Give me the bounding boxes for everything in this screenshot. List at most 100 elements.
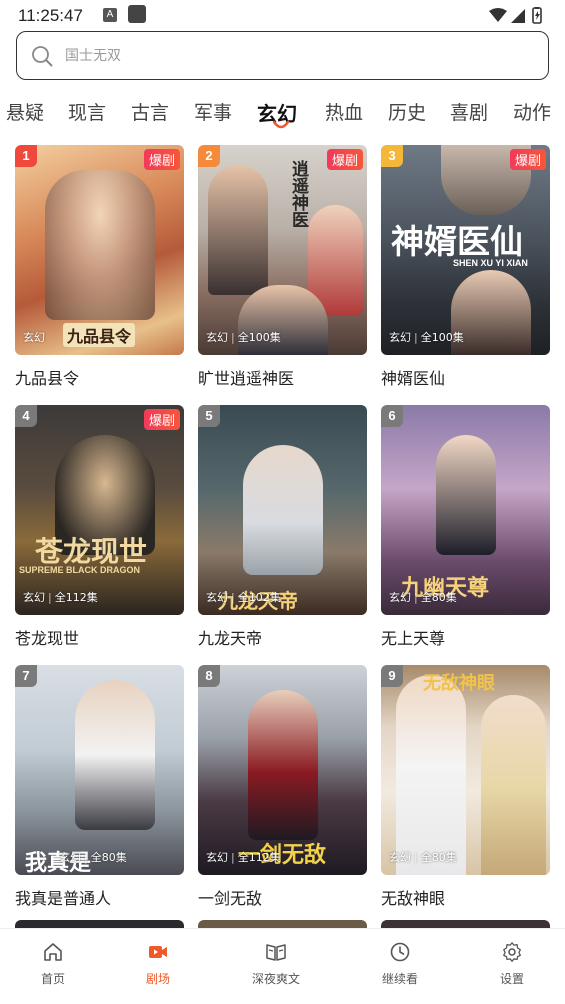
poster-subtitle-art: SUPREME BLACK DRAGON	[19, 565, 141, 575]
active-tab-indicator	[272, 120, 290, 129]
clock-icon	[390, 942, 410, 962]
tab-xianyan[interactable]: 现言	[68, 98, 106, 125]
drama-title[interactable]: 九龙天帝	[198, 625, 262, 649]
drama-episodes: 全112集	[54, 591, 98, 604]
search-bar[interactable]	[16, 31, 549, 80]
settings-icon	[503, 942, 521, 962]
hot-badge: 爆剧	[326, 149, 363, 170]
poster-title-art: 九品县令	[63, 323, 136, 347]
rank-badge: 2	[198, 145, 220, 167]
drama-genre: 玄幻	[206, 591, 228, 604]
drama-poster[interactable]: 九龙天帝 5 玄幻 | 全102集	[198, 405, 367, 615]
drama-poster[interactable]: 我真是 7 玄幻 | 全80集	[15, 665, 184, 875]
notification-app-icon	[128, 5, 146, 23]
drama-title[interactable]: 无敌神眼	[381, 885, 445, 909]
nav-night-reading-label: 深夜爽文	[251, 972, 300, 986]
drama-title[interactable]: 我真是普通人	[15, 885, 111, 909]
notification-a-icon: A	[103, 8, 117, 22]
drama-poster[interactable]: 九品县令 1 爆剧 玄幻	[15, 145, 184, 355]
nav-theater-label: 剧场	[145, 972, 170, 986]
tab-xiju[interactable]: 喜剧	[450, 98, 488, 125]
poster-art	[243, 445, 323, 575]
drama-meta: 玄幻 | 全112集	[206, 851, 281, 864]
drama-poster[interactable]: 一剑无敌 8 玄幻 | 全112集	[198, 665, 367, 875]
drama-title[interactable]: 神婿医仙	[381, 365, 445, 389]
poster-art	[248, 690, 318, 840]
poster-art	[481, 695, 546, 875]
nav-night-reading[interactable]: 深夜爽文	[231, 941, 321, 987]
nav-settings[interactable]: 设置	[467, 941, 557, 987]
drama-meta: 玄幻 | 全100集	[389, 331, 464, 344]
nav-theater[interactable]: 剧场	[113, 941, 203, 987]
video-icon	[149, 946, 167, 958]
hot-badge: 爆剧	[143, 409, 180, 430]
poster-art	[75, 680, 155, 830]
next-row-poster-peek	[381, 920, 550, 928]
drama-poster[interactable]: 逍遥神医 2 爆剧 玄幻 | 全100集	[198, 145, 367, 355]
tab-dongzuo[interactable]: 动作	[513, 98, 551, 125]
next-row-poster-peek	[198, 920, 367, 928]
drama-title[interactable]: 苍龙现世	[15, 625, 79, 649]
drama-title[interactable]: 一剑无敌	[198, 885, 262, 909]
drama-poster[interactable]: 无敌神眼 9 玄幻 | 全80集	[381, 665, 550, 875]
drama-episodes: 全102集	[237, 591, 281, 604]
tab-lishi[interactable]: 历史	[388, 98, 426, 125]
search-input[interactable]	[65, 44, 525, 68]
tab-rexue[interactable]: 热血	[325, 98, 363, 125]
drama-episodes: 全100集	[237, 331, 281, 344]
nav-home-label: 首页	[40, 972, 65, 986]
hot-badge: 爆剧	[509, 149, 546, 170]
tab-xuanyi[interactable]: 悬疑	[6, 98, 44, 125]
rank-badge: 3	[381, 145, 403, 167]
drama-genre: 玄幻	[59, 851, 81, 864]
nav-home[interactable]: 首页	[8, 941, 98, 987]
hot-badge: 爆剧	[143, 149, 180, 170]
bottom-nav: 首页 剧场 深夜爽文 继续看 设置	[0, 928, 565, 1004]
nav-continue-watching-label: 继续看	[381, 972, 418, 986]
poster-art	[45, 170, 155, 320]
tab-junshi[interactable]: 军事	[194, 98, 232, 125]
drama-meta: 玄幻 | 全112集	[23, 591, 98, 604]
poster-title-art: 逍遥神医	[288, 160, 308, 228]
signal-battery-icon	[489, 7, 542, 24]
nav-settings-label: 设置	[499, 972, 524, 986]
rank-badge: 4	[15, 405, 37, 427]
poster-subtitle-art: SHEN XU YI XIAN	[453, 258, 528, 268]
drama-episodes: 全80集	[420, 591, 457, 604]
status-bar: 11:25:47 A	[0, 0, 565, 30]
drama-meta: 玄幻 | 全80集	[59, 851, 127, 864]
next-row-poster-peek	[15, 920, 184, 928]
rank-badge: 6	[381, 405, 403, 427]
poster-art	[436, 435, 496, 555]
tab-guyan[interactable]: 古言	[131, 98, 169, 125]
rank-badge: 9	[381, 665, 403, 687]
drama-genre: 玄幻	[23, 331, 45, 344]
drama-title[interactable]: 九品县令	[15, 365, 79, 389]
rank-badge: 7	[15, 665, 37, 687]
drama-title[interactable]: 无上天尊	[381, 625, 445, 649]
drama-meta: 玄幻 | 全100集	[206, 331, 281, 344]
drama-title[interactable]: 旷世逍遥神医	[198, 365, 294, 389]
drama-poster[interactable]: 苍龙现世 SUPREME BLACK DRAGON 4 爆剧 玄幻 | 全112集	[15, 405, 184, 615]
book-icon	[266, 944, 286, 961]
drama-meta: 玄幻 | 全102集	[206, 591, 281, 604]
poster-title-art: 无敌神眼	[423, 673, 495, 694]
drama-poster[interactable]: 九幽天尊 6 玄幻 | 全80集	[381, 405, 550, 615]
drama-genre: 玄幻	[206, 851, 228, 864]
poster-art	[208, 165, 268, 295]
drama-episodes: 全112集	[237, 851, 281, 864]
home-icon	[44, 943, 62, 961]
nav-continue-watching[interactable]: 继续看	[355, 941, 445, 987]
drama-meta: 玄幻 | 全80集	[389, 851, 457, 864]
poster-title-art: 神婿医仙	[391, 222, 523, 261]
drama-genre: 玄幻	[389, 851, 411, 864]
drama-episodes: 全80集	[90, 851, 127, 864]
drama-meta: 玄幻	[23, 329, 45, 345]
drama-genre: 玄幻	[389, 331, 411, 344]
rank-badge: 5	[198, 405, 220, 427]
drama-poster[interactable]: 神婿医仙 SHEN XU YI XIAN 3 爆剧 玄幻 | 全100集	[381, 145, 550, 355]
drama-episodes: 全100集	[420, 331, 464, 344]
drama-genre: 玄幻	[389, 591, 411, 604]
poster-title-art: 苍龙现世	[35, 535, 148, 568]
poster-art	[396, 675, 466, 875]
